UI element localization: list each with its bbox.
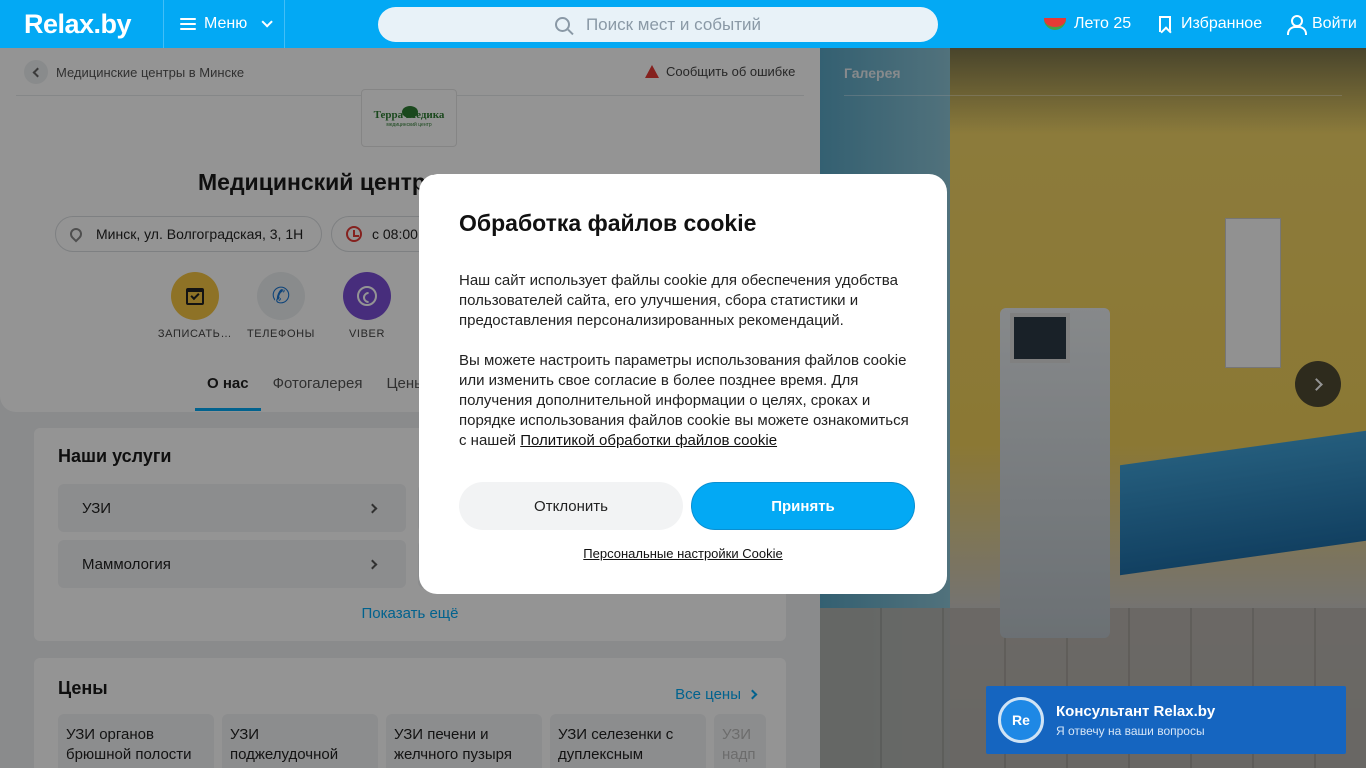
search-input[interactable]: Поиск мест и событий — [378, 7, 938, 42]
cookie-dialog: Обработка файлов cookie Наш сайт использ… — [419, 174, 947, 594]
bookmark-icon — [1159, 16, 1171, 32]
favorites-label: Избранное — [1181, 15, 1263, 32]
search-icon — [554, 17, 570, 32]
cookie-text-1: Наш сайт использует файлы cookie для обе… — [459, 272, 898, 329]
decline-button[interactable]: Отклонить — [459, 482, 683, 530]
menu-label: Меню — [204, 15, 248, 32]
burger-icon — [180, 18, 196, 30]
cookie-text-2: Вы можете настроить параметры использова… — [459, 351, 915, 451]
consultant-avatar: Re — [998, 697, 1044, 743]
consultant-subtitle: Я отвечу на ваши вопросы — [1056, 723, 1205, 738]
summer-label: Лето 25 — [1074, 15, 1132, 32]
login-link[interactable]: Войти — [1286, 0, 1357, 48]
cookie-policy-link[interactable]: Политикой обработки файлов cookie — [520, 432, 777, 449]
favorites-link[interactable]: Избранное — [1159, 0, 1262, 48]
consultant-widget[interactable]: Re Консультант Relax.by Я отвечу на ваши… — [986, 686, 1346, 754]
cookie-title: Обработка файлов cookie — [459, 210, 757, 236]
cookie-settings-link[interactable]: Персональные настройки Cookie — [583, 546, 782, 561]
watermelon-icon — [1044, 18, 1066, 30]
login-label: Войти — [1312, 15, 1357, 32]
search-placeholder: Поиск мест и событий — [585, 14, 762, 34]
cookie-settings: Персональные настройки Cookie — [419, 546, 947, 561]
top-header: Relax.by Меню Поиск мест и событий Лето … — [0, 0, 1366, 48]
site-logo[interactable]: Relax.by — [24, 9, 132, 40]
accept-button[interactable]: Принять — [691, 482, 915, 530]
chevron-down-icon — [261, 16, 274, 28]
menu-button[interactable]: Меню — [163, 0, 285, 48]
user-icon — [1286, 15, 1307, 35]
summer-link[interactable]: Лето 25 — [1044, 0, 1131, 48]
consultant-title: Консультант Relax.by — [1056, 702, 1216, 720]
